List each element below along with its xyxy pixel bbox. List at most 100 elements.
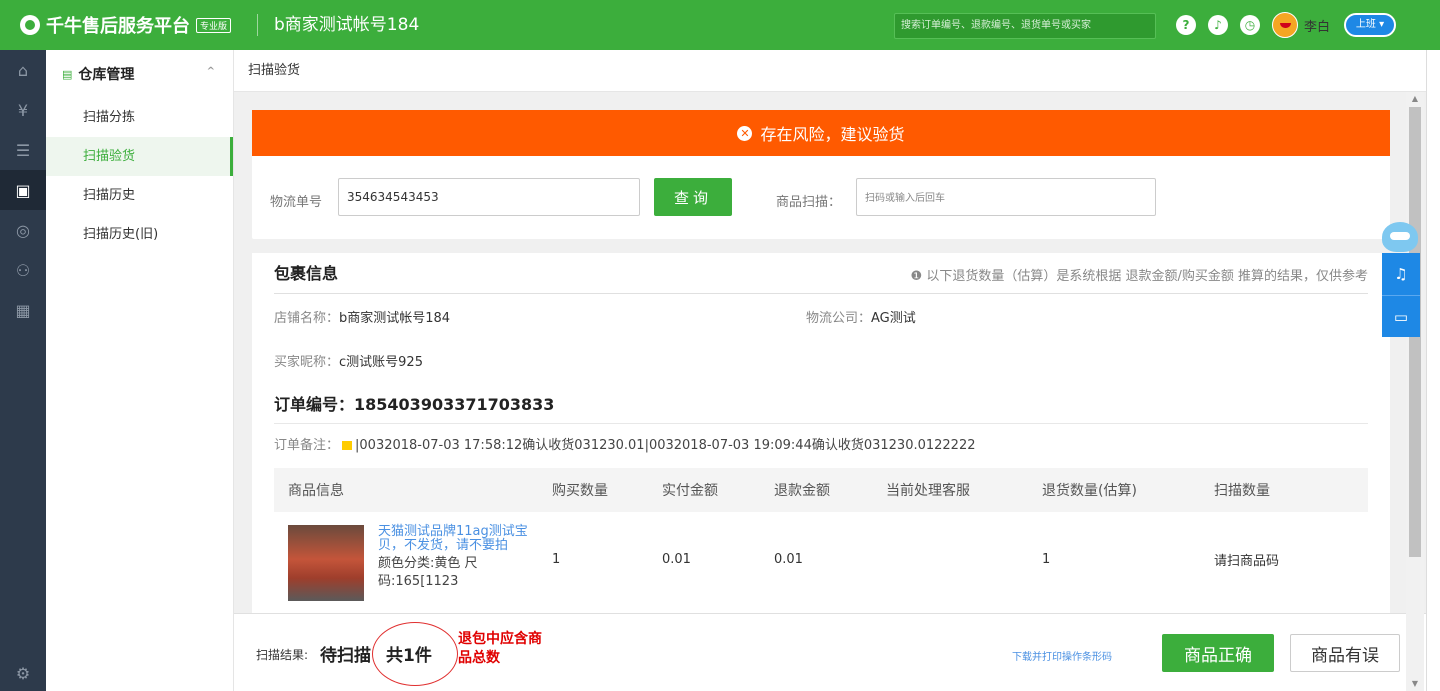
order-remark-line: 订单备注： |0032018-07-03 17:58:12确认收货031230.0… bbox=[274, 424, 1368, 468]
risk-banner-text: 存在风险，建议验货 bbox=[760, 125, 905, 144]
scan-status: 待扫描 bbox=[320, 646, 371, 666]
header-actions: ? ♪ ◷ 李白 上班 ▾ bbox=[1176, 12, 1397, 38]
refund-amount: 0.01 bbox=[774, 551, 803, 567]
breadcrumb: 扫描验货 bbox=[234, 50, 1426, 92]
shift-label: 上班 bbox=[1355, 19, 1376, 30]
sidebar: ▤ 仓库管理 ^ 扫描分拣 扫描验货 扫描历史 扫描历史(旧) bbox=[46, 50, 234, 691]
product-title-link[interactable]: 天猫测试品牌11ag测试宝贝，不发货，请不要拍 bbox=[378, 525, 552, 553]
flag-icon bbox=[342, 441, 353, 450]
col-scan-qty: 扫描数量 bbox=[1214, 468, 1368, 512]
col-paid-amount: 实付金额 bbox=[662, 468, 774, 512]
print-barcode-link[interactable]: 下载并打印操作条形码 bbox=[1012, 648, 1112, 663]
page-scrollbar[interactable]: ▲ ▼ bbox=[1406, 92, 1424, 691]
order-number-line: 订单编号：185403903371703833 bbox=[274, 386, 1368, 424]
sidebar-item-scan-inspect[interactable]: 扫描验货 bbox=[46, 137, 233, 176]
content-area: ✕ 存在风险，建议验货 物流单号 查询 商品扫描： 包裹信息 ❶ 以下退货数量（… bbox=[252, 110, 1390, 613]
return-qty: 1 bbox=[1042, 551, 1051, 567]
annotation-text: 退包中应含商品总数 bbox=[458, 631, 542, 666]
app-logo[interactable]: 千牛售后服务平台 专业版 bbox=[0, 12, 232, 38]
package-info-card: 包裹信息 ❶ 以下退货数量（估算）是系统根据 退款金额/购买金额 推算的结果，仅… bbox=[252, 253, 1390, 613]
remark-value: |0032018-07-03 17:58:12确认收货031230.01|003… bbox=[355, 438, 976, 453]
purchase-qty: 1 bbox=[552, 551, 561, 567]
sidebar-item-scan-history-old[interactable]: 扫描历史(旧) bbox=[46, 215, 233, 254]
agent bbox=[886, 512, 1042, 606]
shift-toggle-button[interactable]: 上班 ▾ bbox=[1344, 13, 1397, 37]
scan-hint: 请扫商品码 bbox=[1214, 553, 1280, 569]
query-card: ✕ 存在风险，建议验货 物流单号 查询 商品扫描： bbox=[252, 110, 1390, 239]
mascot-icon[interactable] bbox=[1382, 222, 1418, 252]
logo-icon bbox=[20, 15, 40, 35]
estimate-note: ❶ 以下退货数量（估算）是系统根据 退款金额/购买金额 推算的结果，仅供参考 bbox=[911, 265, 1368, 284]
calendar-icon[interactable]: ▦ bbox=[0, 290, 46, 330]
list-icon[interactable]: ☰ bbox=[0, 130, 46, 170]
product-scan-label: 商品扫描： bbox=[776, 195, 842, 210]
product-text: 天猫测试品牌11ag测试宝贝，不发货，请不要拍 颜色分类:黄色 尺码:165[1… bbox=[378, 525, 552, 591]
shop-label: 店铺名称： bbox=[274, 310, 340, 326]
pro-badge: 专业版 bbox=[196, 17, 232, 33]
shop-row: 店铺名称：b商家测试帐号184 物流公司：AG测试 bbox=[274, 294, 1368, 338]
sidebar-section-warehouse[interactable]: ▤ 仓库管理 ^ bbox=[46, 50, 233, 98]
estimate-note-text: 以下退货数量（估算）是系统根据 退款金额/购买金额 推算的结果，仅供参考 bbox=[926, 269, 1368, 284]
product-thumbnail[interactable] bbox=[288, 525, 364, 601]
product-correct-button[interactable]: 商品正确 bbox=[1162, 634, 1274, 672]
product-scan-input[interactable] bbox=[856, 178, 1156, 216]
col-return-qty: 退货数量(估算) bbox=[1042, 468, 1214, 512]
query-row: 物流单号 查询 商品扫描： bbox=[252, 156, 1390, 239]
global-search-input[interactable]: 搜索订单编号、退款编号、退货单号或买家 bbox=[894, 13, 1156, 39]
col-refund-amount: 退款金额 bbox=[774, 468, 886, 512]
buyer-row: 买家昵称： c测试账号925 bbox=[274, 338, 1368, 382]
paid-amount: 0.01 bbox=[662, 551, 691, 567]
compass-icon[interactable]: ◎ bbox=[0, 210, 46, 250]
window-edge bbox=[1426, 50, 1440, 691]
float-chat-icon[interactable]: ▭ bbox=[1382, 295, 1420, 337]
remark-label: 订单备注： bbox=[274, 438, 340, 453]
order-value: 185403903371703833 bbox=[354, 395, 555, 414]
package-title: 包裹信息 bbox=[274, 264, 339, 283]
chevron-up-icon: ^ bbox=[206, 66, 215, 77]
clock-icon[interactable]: ◷ bbox=[1240, 15, 1260, 35]
logistics-company-label: 物流公司： bbox=[806, 310, 872, 326]
col-product-info: 商品信息 bbox=[274, 468, 552, 512]
sidebar-item-scan-sort[interactable]: 扫描分拣 bbox=[46, 98, 233, 137]
sidebar-item-scan-history[interactable]: 扫描历史 bbox=[46, 176, 233, 215]
query-button[interactable]: 查询 bbox=[654, 178, 732, 216]
avatar[interactable] bbox=[1272, 12, 1298, 38]
bottom-action-bar: 扫描结果: 待扫描 共1件 退包中应含商品总数 下载并打印操作条形码 商品正确 … bbox=[234, 613, 1426, 691]
table-row: 天猫测试品牌11ag测试宝贝，不发货，请不要拍 颜色分类:黄色 尺码:165[1… bbox=[274, 512, 1368, 606]
help-icon[interactable]: ? bbox=[1176, 15, 1196, 35]
main-content: 扫描验货 ✕ 存在风险，建议验货 物流单号 查询 商品扫描： 包裹信息 ❶ 以下… bbox=[234, 50, 1426, 691]
buyer-value: c测试账号925 bbox=[339, 354, 423, 370]
scroll-down-icon[interactable]: ▼ bbox=[1406, 677, 1424, 691]
bell-icon[interactable]: ♪ bbox=[1208, 15, 1228, 35]
buyer-label: 买家昵称： bbox=[274, 354, 340, 370]
float-bell-icon[interactable]: ♫ bbox=[1382, 253, 1420, 295]
close-circle-icon: ✕ bbox=[737, 125, 753, 141]
product-spec: 颜色分类:黄色 尺码:165[1123 bbox=[378, 556, 478, 589]
col-agent: 当前处理客服 bbox=[886, 468, 1042, 512]
logistics-company-value: AG测试 bbox=[871, 310, 916, 326]
risk-banner: ✕ 存在风险，建议验货 bbox=[252, 110, 1390, 156]
users-icon[interactable]: ⚇ bbox=[0, 250, 46, 290]
icon-rail: ⌂ ¥ ☰ ▣ ◎ ⚇ ▦ ⚙ bbox=[0, 50, 46, 691]
home-icon[interactable]: ⌂ bbox=[0, 50, 46, 90]
package-header: 包裹信息 ❶ 以下退货数量（估算）是系统根据 退款金额/购买金额 推算的结果，仅… bbox=[274, 253, 1368, 294]
finance-icon[interactable]: ¥ bbox=[0, 90, 46, 130]
col-purchase-qty: 购买数量 bbox=[552, 468, 662, 512]
warehouse-small-icon: ▤ bbox=[62, 67, 73, 81]
scan-result-label: 扫描结果: bbox=[256, 648, 309, 662]
logo-text: 千牛售后服务平台 bbox=[46, 16, 190, 37]
username[interactable]: 李白 bbox=[1304, 16, 1330, 35]
product-info: 天猫测试品牌11ag测试宝贝，不发货，请不要拍 颜色分类:黄色 尺码:165[1… bbox=[274, 517, 552, 601]
settings-icon[interactable]: ⚙ bbox=[0, 664, 46, 683]
shop-value: b商家测试帐号184 bbox=[339, 310, 451, 326]
sidebar-section-title: 仓库管理 bbox=[78, 67, 135, 83]
product-error-button[interactable]: 商品有误 bbox=[1290, 634, 1400, 672]
logistics-number-input[interactable] bbox=[338, 178, 640, 216]
warehouse-icon[interactable]: ▣ bbox=[0, 170, 46, 210]
order-label: 订单编号： bbox=[274, 395, 355, 414]
product-cell: 天猫测试品牌11ag测试宝贝，不发货，请不要拍 颜色分类:黄色 尺码:165[1… bbox=[274, 512, 552, 606]
annotation-circle bbox=[372, 622, 458, 686]
table-header-row: 商品信息 购买数量 实付金额 退款金额 当前处理客服 退货数量(估算) 扫描数量 bbox=[274, 468, 1368, 512]
info-icon: ❶ bbox=[910, 269, 923, 284]
scroll-up-icon[interactable]: ▲ bbox=[1406, 92, 1424, 106]
